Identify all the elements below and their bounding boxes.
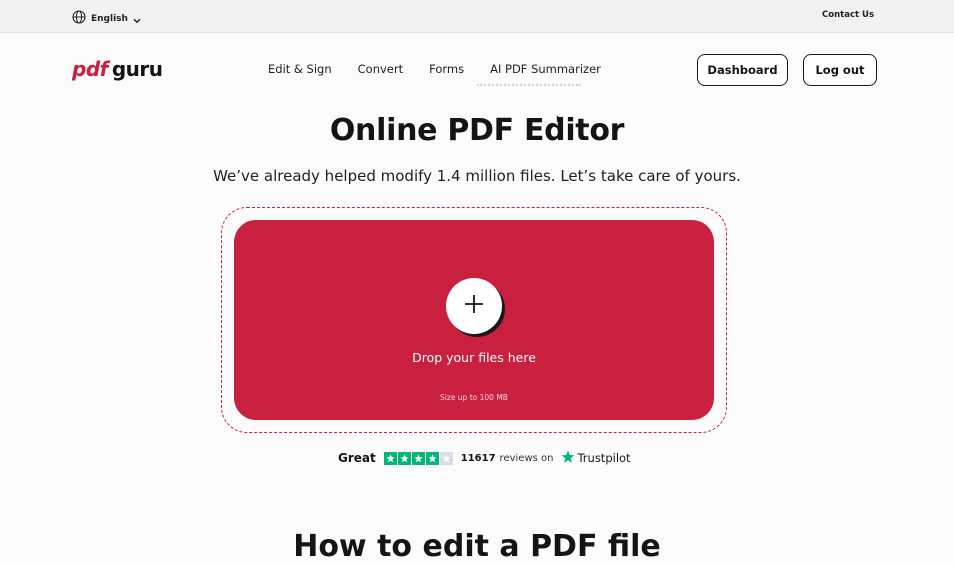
file-dropzone[interactable]: Drop your files here Size up to 100 MB [234, 220, 714, 420]
language-label: English [91, 13, 128, 24]
trustpilot-label: Trustpilot [577, 451, 631, 465]
section-heading: How to edit a PDF file [293, 529, 661, 564]
upload-button[interactable] [446, 278, 502, 334]
rating-star [383, 451, 397, 465]
rating-star [397, 451, 411, 465]
nav-convert[interactable]: Convert [358, 62, 403, 76]
main-nav: Edit & Sign Convert Forms AI PDF Summari… [268, 62, 601, 76]
rating-star [411, 451, 425, 465]
contact-us-link[interactable]: Contact Us [822, 10, 874, 20]
trustpilot-brand: Trustpilot [561, 450, 631, 467]
globe-icon [72, 9, 86, 28]
nav-forms[interactable]: Forms [429, 62, 464, 76]
dashboard-button[interactable]: Dashboard [697, 54, 788, 86]
dropzone-label: Drop your files here [412, 350, 536, 365]
star-icon [561, 450, 575, 467]
pdf-guru-logo[interactable]: pdf guru [72, 57, 163, 81]
trustpilot-rating[interactable]: Great 11617 reviews on Trustpilot [338, 450, 631, 466]
nav-edit-sign[interactable]: Edit & Sign [268, 62, 332, 76]
nav-hover-indicator [477, 84, 581, 86]
page-title: Online PDF Editor [329, 113, 625, 148]
rating-star [425, 451, 439, 465]
rating-word: Great [338, 451, 376, 465]
page-subtitle: We’ve already helped modify 1.4 million … [213, 167, 741, 185]
nav-ai-pdf-summarizer[interactable]: AI PDF Summarizer [490, 62, 601, 76]
size-limit-note: Size up to 100 MB [440, 393, 508, 402]
rating-stars [383, 451, 453, 465]
logo-pdf-text: pdf [72, 57, 108, 81]
reviews-on-text: reviews on [499, 452, 554, 464]
chevron-down-icon [133, 9, 141, 28]
review-count: 11617 [460, 452, 496, 464]
language-selector[interactable]: English [72, 9, 141, 28]
top-bar: English Contact Us [0, 0, 954, 33]
logo-guru-text: guru [111, 57, 163, 81]
plus-icon [463, 293, 485, 319]
rating-star [439, 451, 453, 465]
logout-button[interactable]: Log out [803, 54, 877, 86]
